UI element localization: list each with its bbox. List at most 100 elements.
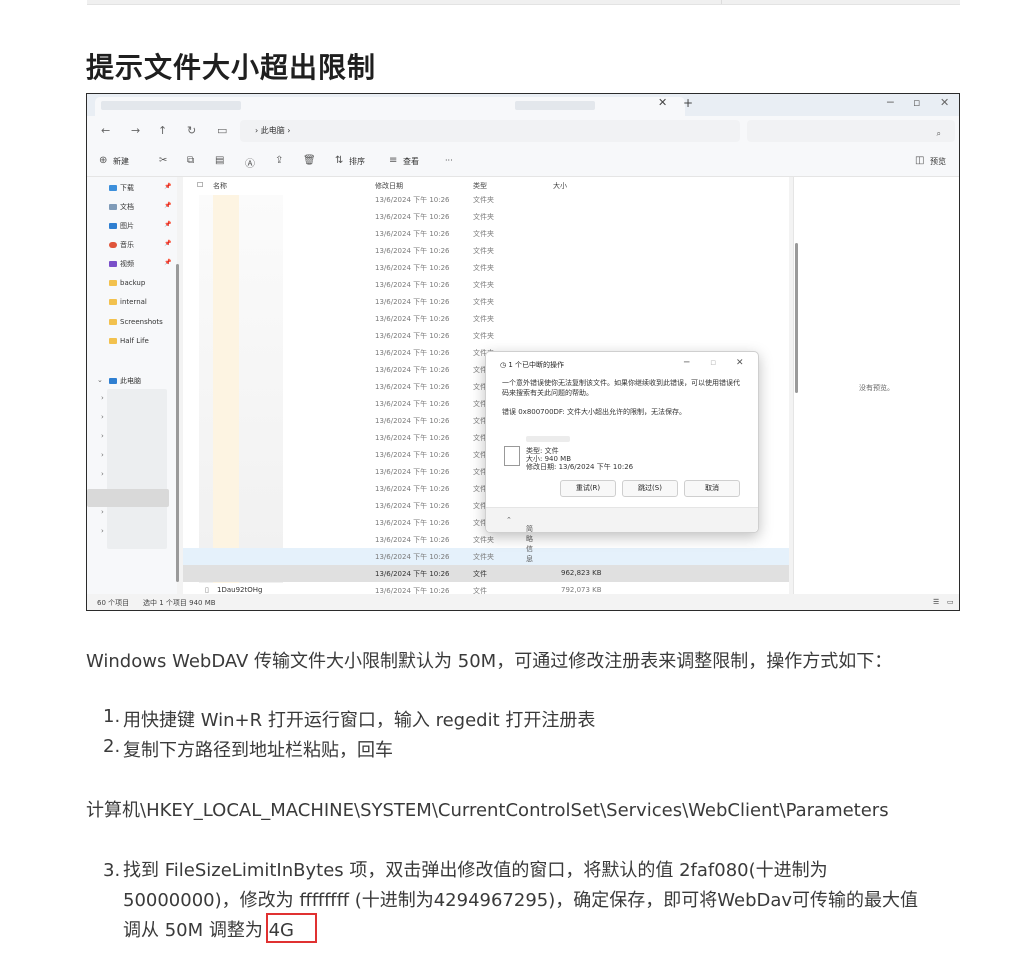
breadcrumb: › 此电脑 › <box>255 126 291 135</box>
tab-close-icon: ✕ <box>658 96 668 109</box>
pc-icon: ▭ <box>217 124 228 137</box>
view-icon: ≡ <box>389 155 398 166</box>
table-row-selected: 13/6/2024 下午 10:26 文件 962,823 KB <box>183 565 789 582</box>
chevron-right-icon: › <box>101 413 104 421</box>
paste-icon: ▤ <box>215 155 225 166</box>
column-header-type: 类型 <box>473 182 487 190</box>
status-bar: 60 个项目 选中 1 个项目 940 MB ☰ ▭ <box>87 594 959 610</box>
dialog-file-info: 类型: 文件 大小: 940 MB 修改日期: 13/6/2024 下午 10:… <box>526 447 634 471</box>
delete-icon: 🗑 <box>303 155 316 166</box>
nav-item-videos: 视频 <box>109 259 134 269</box>
share-icon: ⇪ <box>275 155 284 166</box>
dialog-error-code: 错误 0x800700DF: 文件大小超出允许的限制，无法保存。 <box>502 408 686 416</box>
forward-icon: → <box>131 124 141 137</box>
command-bar: ⊕ 新建 ✂ ⧉ ▤ Ⓐ ⇪ 🗑 ⇅ 排序 ≡ 查看 ··· ◫ 预览 <box>87 148 959 177</box>
new-icon: ⊕ <box>99 155 108 166</box>
copy-icon: ⧉ <box>187 155 195 166</box>
pin-icon: 📌 <box>164 221 172 228</box>
up-icon: ↑ <box>158 124 168 137</box>
interrupted-operation-dialog: ◷ 1 个已中断的操作 ─ ▫ ✕ 一个意外错误使你无法复制该文件。如果你继续收… <box>485 351 759 563</box>
explorer-tab <box>95 97 685 116</box>
chevron-right-icon: › <box>101 451 104 459</box>
file-icon <box>504 446 520 466</box>
dialog-message: 一个意外错误使你无法复制该文件。如果你继续收到此错误，可以使用错误代码来搜索有关… <box>502 379 740 397</box>
intro-paragraph: Windows WebDAV 传输文件大小限制默认为 50M，可通过修改注册表来… <box>86 651 893 672</box>
tab-bar: ✕ + ─ ▫ ✕ <box>87 94 959 116</box>
nav-scrollbar <box>176 264 179 582</box>
details-view-icon: ☰ <box>933 598 940 606</box>
table-row: 13/6/2024 下午 10:26 文件夹 <box>375 213 494 221</box>
window-close-icon: ✕ <box>940 96 950 109</box>
file-list: ☐ 名称 修改日期 类型 大小 13/6/2024 下午 10:26 文件夹 13… <box>183 177 789 595</box>
no-preview-text: 没有预览。 <box>859 384 894 392</box>
more-button: ··· <box>445 156 453 165</box>
new-tab-icon: + <box>683 96 694 110</box>
list-item: 1. 用快捷键 Win+R 打开运行窗口，输入 regedit 打开注册表 <box>103 706 596 731</box>
nav-item-documents: 文档 <box>109 202 134 212</box>
rename-icon: Ⓐ <box>245 159 255 170</box>
preview-pane: 没有预览。 <box>793 177 959 594</box>
table-row: 13/6/2024 下午 10:26 文件夹 <box>375 298 494 306</box>
sort-button: 排序 <box>349 157 365 166</box>
pin-icon: 📌 <box>164 259 172 266</box>
chevron-down-icon: ⌄ <box>97 376 103 384</box>
dialog-close-icon: ✕ <box>736 358 744 368</box>
preview-icon: ◫ <box>915 155 925 166</box>
list-item: 3. 找到 FileSizeLimitInBytes 项，双击弹出修改值的窗口，… <box>103 860 919 941</box>
chevron-right-icon: › <box>101 432 104 440</box>
new-button: 新建 <box>113 157 129 166</box>
list-scrollbar <box>795 243 798 393</box>
table-row: 13/6/2024 下午 10:26 文件夹 <box>375 196 494 204</box>
navigation-pane: 下载 📌 文档 📌 图片 📌 音乐 📌 视频 📌 backup internal… <box>87 177 177 594</box>
dialog-minimize-icon: ─ <box>684 358 690 368</box>
nav-item-internal: internal <box>109 298 147 306</box>
nav-item-backup: backup <box>109 279 145 287</box>
table-row: 13/6/2024 下午 10:26 文件夹 <box>375 230 494 238</box>
select-all-checkbox: ☐ <box>197 181 204 189</box>
table-row: 13/6/2024 下午 10:26 文件夹 <box>183 548 789 565</box>
chevron-right-icon: › <box>101 527 104 535</box>
previous-table-edge <box>87 0 960 5</box>
dialog-maximize-icon: ▫ <box>710 358 717 368</box>
maximize-icon: ▫ <box>913 96 921 109</box>
list-item: 2. 复制下方路径到地址栏粘贴，回车 <box>103 736 393 761</box>
dialog-details-toggle: ⌃ 简略信息 <box>486 507 758 563</box>
address-bar: ← → ↑ ↻ ▭ › 此电脑 › ⌕ <box>87 116 959 149</box>
pin-icon: 📌 <box>164 183 172 190</box>
nav-item-this-pc: 此电脑 <box>109 376 141 386</box>
chevron-right-icon: › <box>101 470 104 478</box>
selection-info: 选中 1 个项目 940 MB <box>143 599 216 607</box>
table-row: 13/6/2024 下午 10:26 文件夹 <box>375 247 494 255</box>
search-field: ⌕ <box>747 120 955 142</box>
minimize-icon: ─ <box>887 96 894 109</box>
view-button: 查看 <box>403 157 419 166</box>
nav-item-half-life: Half Life <box>109 337 149 345</box>
column-header-date: 修改日期 <box>375 182 403 190</box>
explorer-screenshot: ✕ + ─ ▫ ✕ ← → ↑ ↻ ▭ › 此电脑 › ⌕ ⊕ 新建 ✂ ⧉ ▤… <box>86 93 960 611</box>
file-icon: ▯ <box>205 586 209 594</box>
nav-item-pictures: 图片 <box>109 221 134 231</box>
table-row: 13/6/2024 下午 10:26 文件夹 <box>375 281 494 289</box>
section-heading: 提示文件大小超出限制 <box>86 51 377 84</box>
nav-item-downloads: 下载 <box>109 183 134 193</box>
registry-path: 计算机\HKEY_LOCAL_MACHINE\SYSTEM\CurrentCon… <box>86 800 889 821</box>
address-field <box>240 120 740 142</box>
sort-icon: ⇅ <box>335 155 344 166</box>
nav-item-music: 音乐 <box>109 240 134 250</box>
nav-item-screenshots: Screenshots <box>109 318 163 326</box>
skip-button: 跳过(S) <box>622 480 678 497</box>
table-row: 13/6/2024 下午 10:26 文件夹 <box>375 536 494 544</box>
column-header-name: 名称 <box>213 182 227 190</box>
tiles-view-icon: ▭ <box>947 598 954 606</box>
pin-icon: 📌 <box>164 202 172 209</box>
cut-icon: ✂ <box>159 155 168 166</box>
search-icon: ⌕ <box>936 129 941 138</box>
refresh-icon: ↻ <box>187 124 197 137</box>
column-header-size: 大小 <box>553 182 567 190</box>
chevron-right-icon: › <box>101 508 104 516</box>
pin-icon: 📌 <box>164 240 172 247</box>
cancel-button: 取消 <box>684 480 740 497</box>
table-row: 13/6/2024 下午 10:26 文件夹 <box>375 332 494 340</box>
item-count: 60 个项目 <box>97 599 130 607</box>
highlight-box <box>266 913 317 943</box>
